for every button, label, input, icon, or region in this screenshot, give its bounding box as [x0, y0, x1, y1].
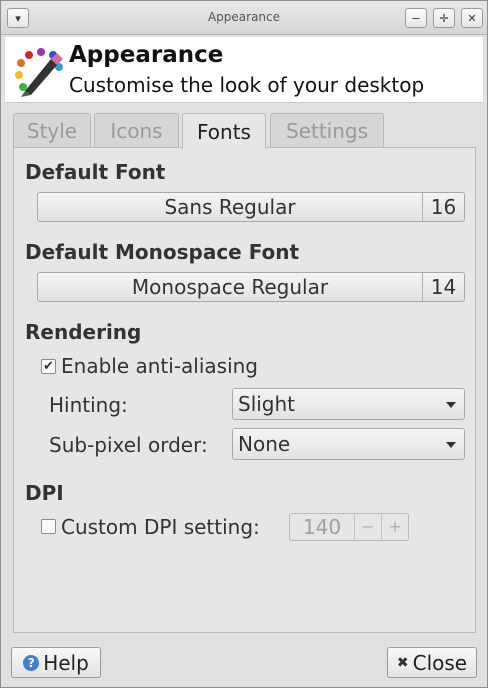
custom-dpi-checkbox[interactable] [41, 519, 56, 534]
default-font-button[interactable]: Sans Regular 16 [37, 192, 465, 222]
tab-fonts[interactable]: Fonts [182, 113, 266, 149]
minimize-button[interactable]: − [405, 8, 427, 28]
checkmark-icon: ✔ [43, 359, 54, 374]
default-font-heading: Default Font [25, 160, 166, 184]
dropdown-arrow-icon [446, 402, 456, 408]
dpi-heading: DPI [25, 481, 64, 505]
hinting-select[interactable]: Slight [232, 388, 465, 420]
subpixel-select[interactable]: None [232, 428, 465, 460]
default-font-size: 16 [422, 193, 464, 221]
dpi-decrement-button[interactable]: − [354, 514, 381, 540]
help-label: Help [43, 650, 89, 675]
default-font-name: Sans Regular [164, 195, 296, 219]
subpixel-value: None [238, 432, 291, 456]
paint-palette-icon [15, 48, 63, 97]
minimize-icon: − [411, 11, 421, 25]
dialog-subtitle: Customise the look of your desktop [69, 73, 425, 97]
close-icon: ✕ [467, 11, 477, 25]
close-button[interactable]: ✖ Close [387, 647, 477, 678]
tab-style[interactable]: Style [13, 113, 91, 147]
dialog-title: Appearance [69, 42, 224, 68]
antialias-label[interactable]: Enable anti-aliasing [61, 354, 258, 378]
appearance-window: ▾ Appearance − ✛ ✕ Appearance Customise … [0, 0, 488, 688]
rendering-heading: Rendering [25, 320, 142, 344]
help-button[interactable]: ? Help [11, 647, 101, 678]
subpixel-label: Sub-pixel order: [49, 433, 208, 457]
hinting-label: Hinting: [49, 393, 128, 417]
mono-font-heading: Default Monospace Font [25, 240, 300, 264]
mono-font-button[interactable]: Monospace Regular 14 [37, 272, 465, 302]
maximize-button[interactable]: ✛ [433, 8, 455, 28]
tab-settings[interactable]: Settings [270, 113, 384, 147]
help-icon: ? [23, 654, 40, 671]
antialias-checkbox[interactable]: ✔ [41, 359, 56, 374]
mono-font-name: Monospace Regular [131, 275, 329, 299]
close-label: Close [412, 650, 468, 675]
close-icon: ✖ [396, 654, 409, 671]
title-bar[interactable]: ▾ Appearance − ✛ ✕ [1, 1, 487, 35]
dropdown-arrow-icon [446, 442, 456, 448]
dpi-value[interactable]: 140 [290, 514, 354, 540]
dpi-increment-button[interactable]: + [381, 514, 408, 540]
custom-dpi-label[interactable]: Custom DPI setting: [61, 515, 260, 539]
dialog-header: Appearance Customise the look of your de… [5, 37, 483, 103]
dpi-spinbox[interactable]: 140 − + [289, 513, 409, 541]
mono-font-size: 14 [422, 273, 464, 301]
maximize-icon: ✛ [439, 11, 449, 25]
hinting-value: Slight [238, 392, 296, 416]
close-window-button[interactable]: ✕ [461, 8, 483, 28]
tab-icons[interactable]: Icons [94, 113, 179, 147]
